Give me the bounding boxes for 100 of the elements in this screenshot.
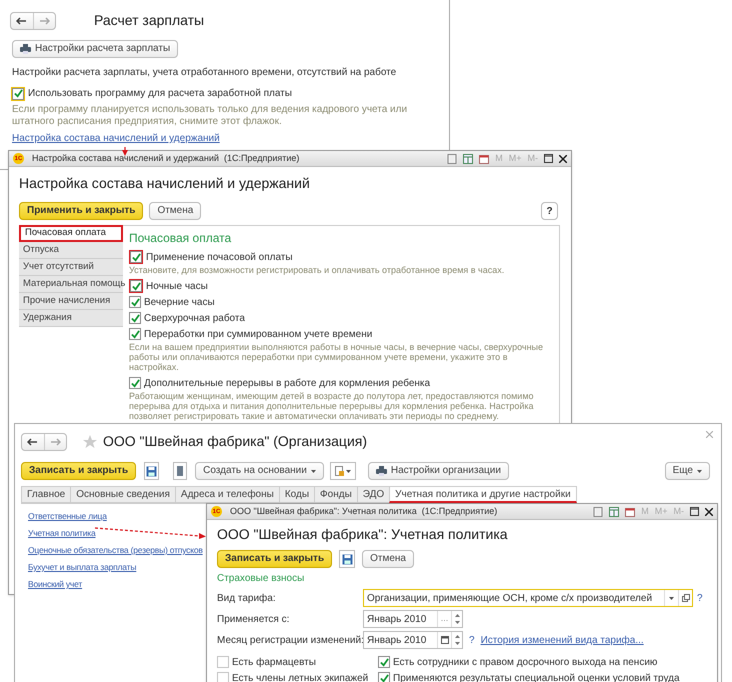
close-icon[interactable] (705, 508, 713, 516)
open-icon[interactable] (682, 594, 690, 602)
checkbox[interactable] (378, 656, 390, 668)
section-tab[interactable]: Почасовая оплата (19, 225, 123, 242)
month-field[interactable]: Январь 2010 (363, 631, 463, 649)
window-title: ООО "Швейная фабрика": Учетная политика (1С:Предприятие) (230, 504, 498, 518)
report-button[interactable] (330, 462, 356, 480)
form-title: ООО "Швейная фабрика" (Организация) (103, 432, 368, 451)
forward-icon[interactable] (50, 438, 61, 446)
caret-icon (697, 470, 702, 472)
calendar-icon[interactable] (479, 154, 490, 164)
dialog-title: Настройка состава начислений и удержаний (19, 174, 311, 193)
save-close-button[interactable]: Записать и закрыть (21, 462, 136, 480)
field-label: Применяется с: (217, 612, 290, 626)
combo-field[interactable]: Организации, применяющие ОСН, кроме с/х производителей (363, 589, 693, 607)
checkbox[interactable] (217, 672, 229, 682)
calendar-icon[interactable] (440, 636, 448, 644)
section-tab[interactable]: Отпуска (19, 242, 123, 259)
window-title: Настройка состава начислений и удержаний (1С:Предприятие) (32, 152, 300, 165)
maximize-icon[interactable] (690, 507, 699, 516)
document-icon[interactable] (593, 506, 604, 516)
checkbox-label: Сверхурочная работа (144, 312, 245, 326)
section-title: Страховые взносы (217, 572, 306, 586)
checkbox-label: Переработки при суммированном учете времени (144, 328, 372, 342)
arrow (122, 147, 128, 156)
section-tab[interactable]: Удержания (19, 310, 123, 327)
list-button[interactable] (173, 462, 188, 480)
caret-icon (669, 596, 674, 600)
tab[interactable]: Коды (278, 486, 316, 503)
floppy-icon (146, 466, 158, 476)
calendar-icon[interactable] (625, 506, 636, 516)
section-tab[interactable]: Материальная помощь (19, 276, 123, 293)
section-tab[interactable]: Учет отсутствий (19, 259, 123, 276)
link[interactable]: Воинский учет (28, 576, 82, 593)
help-link[interactable]: ? (697, 590, 703, 606)
checkbox-label: Дополнительные перерывы в работе для кормления ребенка (144, 376, 430, 390)
checkbox[interactable] (217, 656, 229, 668)
section-title: Почасовая оплата (129, 230, 232, 247)
forward-icon[interactable] (38, 16, 50, 24)
tab[interactable]: Учетная политика и другие настройки (389, 486, 577, 503)
organization-settings-button[interactable]: Настройки организации (368, 462, 509, 480)
checkbox[interactable] (129, 296, 141, 308)
month-field[interactable]: Январь 2010 ... (363, 610, 463, 628)
checkbox-label: Использовать программу для расчета заработной платы (28, 87, 292, 101)
checkbox[interactable] (129, 377, 141, 389)
settings-button[interactable]: Настройки расчета зарплаты (12, 40, 178, 58)
tab[interactable]: Основные сведения (70, 486, 176, 503)
spin-icon[interactable] (454, 635, 460, 645)
more-button[interactable]: Еще (664, 462, 710, 480)
hint-text: Если на вашем предприятии выполняются работы в ночные часы, в вечерние часы, сверхурочные работы или оплачиваются переработки при суммированном учете времени, укажите это в настройках. (129, 342, 544, 372)
section-tab[interactable]: Прочие начисления (19, 293, 123, 310)
cancel-button[interactable]: Отмена (362, 550, 414, 568)
save-button[interactable] (144, 462, 160, 480)
back-icon[interactable] (16, 16, 28, 24)
field-label: Месяц регистрации изменений: (217, 634, 363, 648)
cancel-button[interactable]: Отмена (149, 202, 202, 220)
create-based-on-button[interactable]: Создать на основании (195, 462, 324, 480)
back-icon[interactable] (27, 438, 38, 446)
checkbox-label: Есть фармацевты (232, 656, 316, 670)
dialog-title: ООО "Швейная фабрика": Учетная политика (217, 525, 509, 544)
tab[interactable]: Фонды (314, 486, 358, 503)
star-icon[interactable] (83, 435, 97, 448)
caret-icon (310, 470, 316, 472)
link[interactable]: Бухучет и выплата зарплаты (28, 559, 136, 576)
apply-button[interactable]: Применить и закрыть (19, 202, 144, 220)
checkbox[interactable] (129, 312, 141, 324)
close-icon[interactable] (559, 154, 567, 162)
checkbox[interactable] (129, 328, 141, 340)
link[interactable]: История изменений вида тарифа... (480, 632, 644, 648)
link[interactable]: Учетная политика (28, 525, 96, 542)
link[interactable]: Ответственные лица (28, 508, 107, 525)
hint-text: Работающим женщинам, имеющим детей в возрасте до полутора лет, предоставляются помимо перерыва для отдыха и питания дополнительные перерывы для кормления ребенка. Настройка позволяет регистрировать такие и автоматически оплачивать эти периоды по среднему. (129, 391, 535, 421)
checkbox[interactable] (378, 672, 390, 682)
printer-icon (20, 44, 31, 54)
link[interactable]: Оценочные обязательства (резервы) отпусков (28, 542, 203, 559)
save-close-button[interactable]: Записать и закрыть (217, 550, 332, 568)
caret-icon (346, 470, 351, 472)
navigation-buttons[interactable] (10, 12, 56, 30)
table-icon[interactable] (609, 506, 620, 516)
help-button[interactable]: ? (541, 202, 558, 220)
checkbox-label: Ночные часы (146, 280, 208, 294)
document-icon (334, 466, 344, 476)
field-label: Вид тарифа: (217, 592, 277, 606)
tab[interactable]: Адреса и телефоны (174, 486, 280, 503)
spin-icon[interactable] (454, 614, 460, 624)
checkbox-label: Вечерние часы (144, 296, 215, 310)
maximize-icon[interactable] (544, 154, 553, 163)
save-button[interactable] (339, 550, 356, 568)
checkbox-label: Применение почасовой оплаты (146, 250, 293, 264)
link[interactable]: Настройка состава начислений и удержаний (12, 131, 220, 146)
printer-icon (376, 466, 387, 476)
tab[interactable]: Главное (21, 486, 72, 503)
document-icon[interactable] (447, 154, 458, 164)
help-link[interactable]: ? (469, 632, 475, 648)
table-icon[interactable] (463, 154, 474, 164)
tab[interactable]: ЭДО (356, 486, 390, 503)
list-icon (177, 466, 184, 476)
description-text: Настройки расчета зарплаты, учета отработанного времени, отсутствий на работе (12, 66, 398, 80)
navigation-buttons[interactable] (21, 432, 67, 450)
hint-text: Если программу планируется использовать только для ведения кадрового учета или штатного расписания предприятия, снимите этот флажок. (12, 104, 408, 128)
